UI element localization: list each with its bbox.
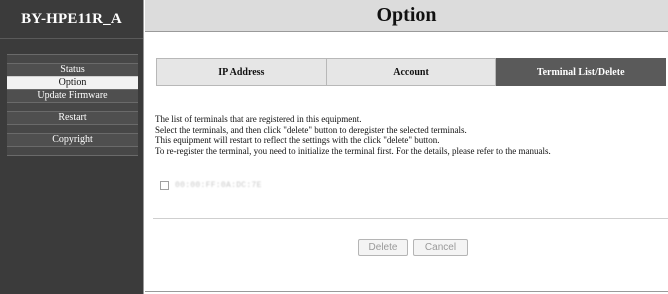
terminal-checkbox[interactable] — [160, 181, 169, 190]
sidebar-item-restart[interactable]: Restart — [7, 111, 138, 124]
sidebar-menu: Status Option Update Firmware Restart Co… — [7, 54, 138, 156]
sidebar: BY-HPE11R_A Status Option Update Firmwar… — [0, 0, 144, 294]
sidebar-item-option[interactable]: Option — [7, 76, 138, 89]
tab-bar: IP Address Account Terminal List/Delete — [156, 58, 667, 86]
menu-spacer — [7, 124, 138, 133]
menu-spacer — [7, 54, 138, 63]
sidebar-item-update-firmware[interactable]: Update Firmware — [7, 89, 138, 102]
instructions: The list of terminals that are registere… — [155, 114, 665, 156]
divider — [145, 291, 668, 292]
sidebar-item-status[interactable]: Status — [7, 63, 138, 76]
instruction-line: Select the terminals, and then click "de… — [155, 124, 467, 135]
instruction-line: This equipment will restart to reflect t… — [155, 135, 440, 145]
delete-button[interactable]: Delete — [358, 239, 408, 256]
device-name: BY-HPE11R_A — [0, 0, 143, 39]
sidebar-item-copyright[interactable]: Copyright — [7, 133, 138, 146]
cancel-button[interactable]: Cancel — [413, 239, 468, 256]
instruction-line: To re-register the terminal, you need to… — [155, 145, 551, 156]
page-header: Option — [145, 0, 668, 32]
menu-spacer — [7, 102, 138, 111]
action-buttons: Delete Cancel — [358, 239, 468, 256]
terminal-list-item: 00:00:FF:0A:DC:7E — [160, 181, 262, 190]
menu-spacer — [7, 146, 138, 156]
tab-account[interactable]: Account — [326, 58, 497, 86]
divider — [153, 218, 668, 219]
page-title: Option — [376, 4, 437, 26]
tab-terminal-list-delete[interactable]: Terminal List/Delete — [496, 58, 667, 86]
terminal-id: 00:00:FF:0A:DC:7E — [175, 181, 262, 190]
instruction-line: The list of terminals that are registere… — [155, 114, 362, 124]
tab-ip-address[interactable]: IP Address — [156, 58, 327, 86]
